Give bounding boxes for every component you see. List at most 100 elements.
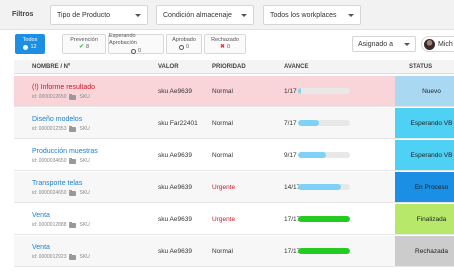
task-priority: Normal	[212, 248, 233, 255]
clock-icon	[23, 45, 29, 51]
workplace-select[interactable]: Todos los workplaces	[263, 5, 361, 25]
task-tag: SKU	[79, 254, 90, 260]
task-name-link[interactable]: Venta	[32, 244, 50, 251]
status-badge: En Proceso	[395, 172, 454, 202]
progress-bar	[298, 216, 350, 222]
task-id: id: 0000012650	[32, 94, 67, 100]
task-valor: sku Ae9639	[158, 216, 192, 223]
chevron-down-icon	[404, 42, 410, 46]
chip-count: 0	[226, 44, 231, 50]
task-meta: id: 0000012923 SKU	[32, 253, 90, 260]
task-valor: sku Ae9639	[158, 152, 192, 159]
chip-count: 0	[185, 44, 190, 50]
task-id: id: 0000024650	[32, 190, 67, 196]
table-header: NOMBRE / Nº VALOR PRIORIDAD AVANCE STATU…	[14, 60, 454, 74]
task-tag: SKU	[79, 126, 90, 132]
folder-icon	[69, 125, 77, 132]
avatar	[424, 38, 435, 50]
task-meta: id: 0000012353 SKU	[32, 125, 90, 132]
task-progress-text: 7/17	[284, 120, 297, 127]
task-id: id: 0000012353	[32, 126, 67, 132]
status-badge: Finalizada	[395, 204, 454, 234]
status-badge: Nuevo	[395, 76, 454, 106]
workplace-value: Todos los workplaces	[270, 11, 337, 19]
task-priority: Urgente	[212, 216, 236, 223]
folder-icon	[69, 221, 77, 228]
task-tag: SKU	[79, 158, 90, 164]
filter-bar: Filtros Tipo de Producto Condición almac…	[0, 0, 454, 30]
progress-fill	[298, 184, 341, 190]
folder-icon	[69, 157, 77, 164]
table-row[interactable]: (!) Informe resultado id: 0000012650 SKU sk…	[14, 76, 454, 107]
product-type-select[interactable]: Tipo de Producto	[50, 5, 148, 25]
task-valor: sku Ae9639	[158, 248, 192, 255]
task-id: id: 0000012888	[32, 222, 67, 228]
column-valor: VALOR	[158, 64, 179, 70]
task-tag: SKU	[79, 222, 90, 228]
chip-esperando-aprobacion[interactable]: Esperando Aprobación 0	[108, 33, 164, 54]
task-name-link[interactable]: (!) Informe resultado	[32, 84, 95, 91]
progress-bar	[298, 120, 350, 126]
filters-label: Filtros	[12, 11, 34, 18]
chip-aprobado[interactable]: Aprobado 0	[166, 34, 202, 54]
product-type-value: Tipo de Producto	[57, 11, 111, 19]
chip-label: Esperando Aprobación	[109, 33, 137, 47]
task-name-link[interactable]: Producción muestras	[32, 148, 98, 155]
task-name-link[interactable]: Venta	[32, 212, 50, 219]
chip-count: 0	[137, 47, 142, 54]
x-icon: ✖	[219, 43, 225, 50]
assigned-to-value: Asignado a	[358, 40, 394, 48]
storage-condition-value: Condición almacenaje	[163, 11, 232, 19]
chip-label: Prevención	[70, 36, 98, 43]
task-tag: SKU	[79, 94, 90, 100]
status-badge: Esperando VB	[395, 108, 454, 138]
task-priority: Normal	[212, 152, 233, 159]
task-valor: sku Ae9639	[158, 184, 192, 191]
column-name: NOMBRE / Nº	[32, 64, 71, 70]
task-priority: Urgente	[212, 184, 236, 191]
chevron-down-icon	[135, 13, 141, 17]
progress-fill	[298, 152, 326, 158]
chip-label: Todos	[22, 36, 38, 43]
task-name-link[interactable]: Diseño modelos	[32, 116, 82, 123]
table-row[interactable]: Transporte telas id: 0000024650 SKU sku Ae9…	[14, 172, 454, 203]
chevron-down-icon	[348, 13, 354, 17]
progress-bar	[298, 248, 350, 254]
task-meta: id: 0000034650 SKU	[32, 157, 90, 164]
progress-fill	[298, 88, 302, 94]
folder-icon	[69, 253, 77, 260]
table-row[interactable]: Venta id: 0000012923 SKU sku Ae9639 Normal 17…	[14, 236, 454, 267]
chip-prevencion[interactable]: Prevención ✔ 8	[62, 34, 106, 54]
chevron-down-icon	[241, 13, 247, 17]
chip-rechazado[interactable]: Rechazado ✖ 0	[204, 34, 246, 54]
progress-fill	[298, 248, 350, 254]
task-progress-text: 9/17	[284, 152, 297, 159]
task-valor: sku Ae9639	[158, 88, 192, 95]
task-meta: id: 0000012888 SKU	[32, 221, 90, 228]
task-valor: sku Far22401	[158, 120, 198, 127]
task-meta: id: 0000024650 SKU	[32, 189, 90, 196]
table-row[interactable]: Producción muestras id: 0000034650 SKU sku …	[14, 140, 454, 171]
user-menu[interactable]: Mich	[421, 36, 454, 52]
progress-bar	[298, 88, 350, 94]
user-name: Mich	[438, 40, 453, 48]
chip-label: Aprobado	[172, 36, 196, 43]
task-id: id: 0000034650	[32, 158, 67, 164]
folder-icon	[69, 189, 77, 196]
table-row[interactable]: Venta id: 0000012888 SKU sku Ae9639 Urgente 1…	[14, 204, 454, 235]
assigned-to-select[interactable]: Asignado a	[352, 36, 416, 52]
task-priority: Normal	[212, 120, 233, 127]
column-avance: AVANCE	[284, 64, 309, 70]
task-progress-text: 1/17	[284, 88, 297, 95]
column-status: STATUS	[409, 64, 433, 70]
storage-condition-select[interactable]: Condición almacenaje	[156, 5, 254, 25]
task-name-link[interactable]: Transporte telas	[32, 180, 82, 187]
chip-count: 8	[85, 44, 90, 50]
task-tag: SKU	[79, 190, 90, 196]
chip-todos[interactable]: Todos 12	[15, 34, 45, 54]
progress-fill	[298, 216, 350, 222]
table-row[interactable]: Diseño modelos id: 0000012353 SKU sku Far22…	[14, 108, 454, 139]
task-priority: Normal	[212, 88, 233, 95]
status-badge: Esperando VB	[395, 140, 454, 170]
task-meta: id: 0000012650 SKU	[32, 93, 90, 100]
